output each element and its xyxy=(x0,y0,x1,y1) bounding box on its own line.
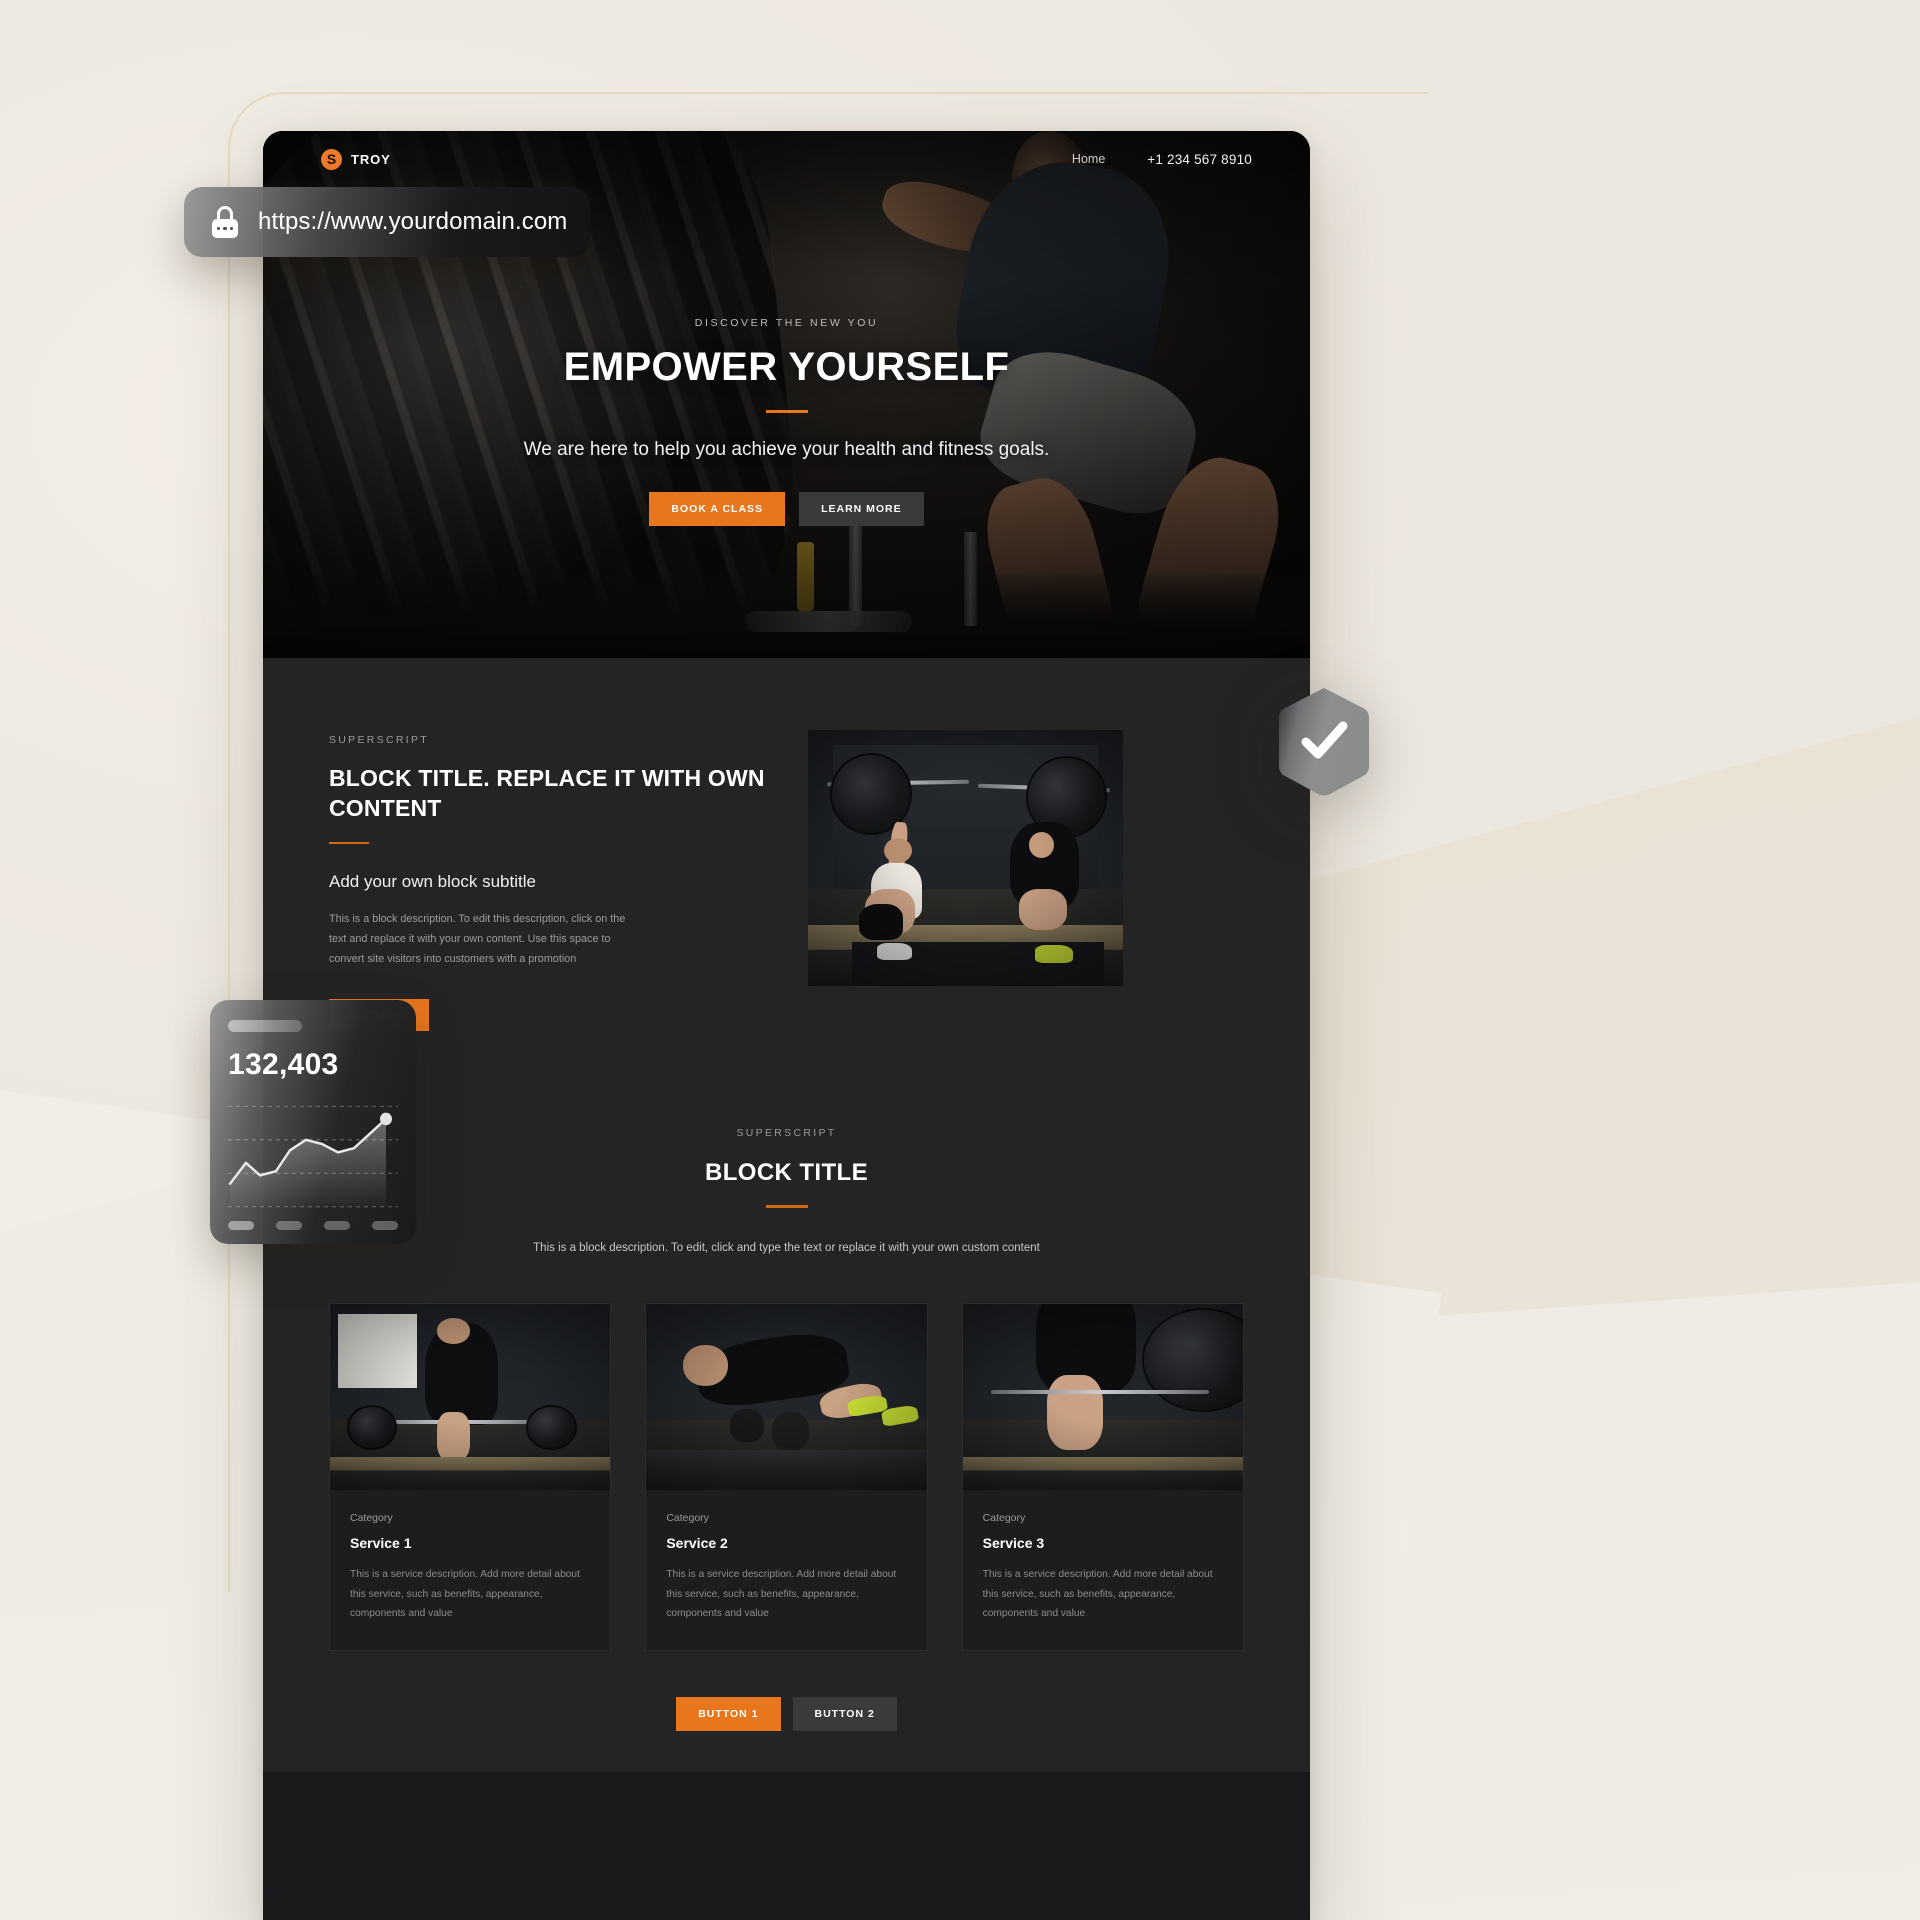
page-content: SUPERSCRIPT BLOCK TITLE. REPLACE IT WITH… xyxy=(263,658,1310,1772)
service-card-description: This is a service description. Add more … xyxy=(982,1569,1213,1620)
block-two-section: SUPERSCRIPT BLOCK TITLE This is a block … xyxy=(263,1031,1310,1259)
stats-card-chart xyxy=(228,1098,398,1213)
brand-name: TROY xyxy=(351,151,391,167)
service-card-category: Category xyxy=(666,1512,709,1525)
book-a-class-button[interactable]: BOOK A CLASS xyxy=(649,491,786,526)
block-one-subtitle: Add your own block subtitle xyxy=(329,872,536,892)
hero-eyebrow: DISCOVER THE NEW YOU xyxy=(694,317,879,329)
axis-label-placeholder xyxy=(372,1221,398,1230)
check-shield-badge xyxy=(1275,686,1373,798)
axis-label-placeholder xyxy=(228,1221,254,1230)
block-one-image xyxy=(808,730,1124,986)
url-bar-overlay[interactable]: https://www.yourdomain.com xyxy=(184,187,590,257)
hero-copy: DISCOVER THE NEW YOU EMPOWER YOURSELF We… xyxy=(263,317,1310,526)
service-card-title: Service 1 xyxy=(350,1535,412,1552)
service-card[interactable]: Category Service 3 This is a service des… xyxy=(961,1303,1244,1651)
service-card-image-2 xyxy=(646,1304,927,1491)
service-card[interactable]: Category Service 1 This is a service des… xyxy=(329,1303,612,1651)
stats-line-chart-svg xyxy=(228,1105,398,1208)
service-card[interactable]: Category Service 2 This is a service des… xyxy=(645,1303,928,1651)
block-two-button-group: BUTTON 1 BUTTON 2 xyxy=(263,1696,1310,1771)
check-shield-icon xyxy=(1279,688,1369,796)
service-card-category: Category xyxy=(350,1512,393,1525)
axis-label-placeholder xyxy=(276,1221,302,1230)
axis-label-placeholder xyxy=(324,1221,350,1230)
hero-subtitle: We are here to help you achieve your hea… xyxy=(523,438,1050,460)
block-one-text-column: SUPERSCRIPT BLOCK TITLE. REPLACE IT WITH… xyxy=(329,730,768,1032)
stats-chart-endpoint xyxy=(380,1112,392,1126)
service-card-body: Category Service 3 This is a service des… xyxy=(963,1490,1243,1649)
stats-card-label-placeholder xyxy=(228,1020,302,1032)
stats-card-value: 132,403 xyxy=(228,1048,339,1081)
main-nav: Home +1 234 567 8910 xyxy=(1072,152,1252,167)
service-card-title: Service 2 xyxy=(666,1535,728,1552)
service-card-description: This is a service description. Add more … xyxy=(350,1569,580,1620)
service-card-title: Service 3 xyxy=(982,1535,1045,1552)
logo-s-icon: S xyxy=(321,148,342,170)
service-card-image-3 xyxy=(962,1304,1243,1491)
browser-window: S TROY Home +1 234 567 8910 DISCOVER THE… xyxy=(263,131,1310,1920)
lock-icon xyxy=(210,206,240,238)
nav-item-home[interactable]: Home xyxy=(1072,152,1105,166)
service-card-image-1 xyxy=(330,1304,611,1491)
service-card-description: This is a service description. Add more … xyxy=(666,1569,897,1620)
site-header: S TROY Home +1 234 567 8910 xyxy=(263,131,1310,187)
url-text: https://www.yourdomain.com xyxy=(258,208,568,235)
block-two-accent-rule xyxy=(765,1205,808,1208)
header-phone-number[interactable]: +1 234 567 8910 xyxy=(1147,152,1252,167)
block-two-title: BLOCK TITLE xyxy=(704,1159,869,1187)
block-one-description: This is a block description. To edit thi… xyxy=(329,913,626,965)
service-card-body: Category Service 2 This is a service des… xyxy=(646,1490,926,1649)
block-one-section: SUPERSCRIPT BLOCK TITLE. REPLACE IT WITH… xyxy=(263,658,1310,1032)
block-two-button-2[interactable]: BUTTON 2 xyxy=(792,1696,897,1731)
stats-card-axis-labels xyxy=(228,1221,398,1230)
learn-more-button[interactable]: LEARN MORE xyxy=(799,491,924,526)
block-two-description: This is a block description. To edit, cl… xyxy=(533,1241,1040,1254)
service-card-category: Category xyxy=(982,1512,1026,1525)
service-cards: Category Service 1 This is a service des… xyxy=(263,1303,1310,1651)
hero-title: EMPOWER YOURSELF xyxy=(563,345,1010,389)
service-card-body: Category Service 1 This is a service des… xyxy=(330,1490,610,1649)
block-one-superscript: SUPERSCRIPT xyxy=(329,734,429,746)
block-two-superscript: SUPERSCRIPT xyxy=(736,1127,837,1140)
hero-accent-rule xyxy=(765,410,808,413)
block-one-title: BLOCK TITLE. REPLACE IT WITH OWN CONTENT xyxy=(329,765,765,822)
stats-card-overlay: 132,403 xyxy=(210,1000,416,1244)
block-two-button-1[interactable]: BUTTON 1 xyxy=(676,1696,781,1731)
hero-button-group: BOOK A CLASS LEARN MORE xyxy=(263,491,1310,526)
block-one-accent-rule xyxy=(329,841,369,845)
brand-logo[interactable]: S TROY xyxy=(321,148,391,170)
